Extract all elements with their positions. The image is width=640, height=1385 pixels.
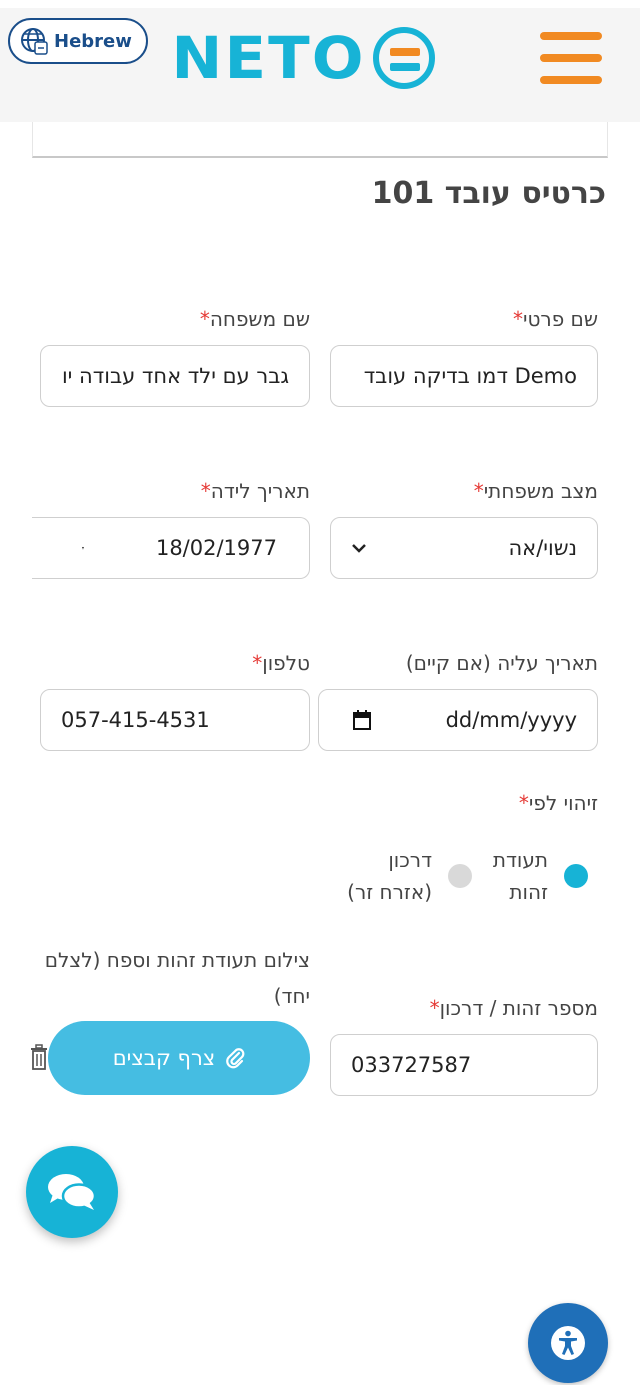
last-name-field[interactable]: גבר עם ילד אחד עבודה יו [40, 345, 310, 407]
neto-logo[interactable]: NETO [171, 18, 436, 98]
first-name-field[interactable]: Demo דמו בדיקה עובד [330, 345, 598, 407]
radio-passport-label: דרכון (אזרח זר) [347, 848, 432, 904]
accessibility-icon [551, 1326, 585, 1360]
id-number-label: מספר זהות / דרכון* [429, 996, 598, 1020]
birth-date-label: תאריך לידה* [200, 479, 310, 503]
id-photo-label: צילום תעודת זהות וספח (לצלם יחד) [44, 948, 310, 1008]
chat-icon [48, 1174, 97, 1210]
trash-icon[interactable] [30, 1044, 48, 1072]
calendar-icon[interactable] [353, 710, 371, 730]
language-button[interactable]: Hebrew [8, 18, 148, 64]
accessibility-button[interactable] [528, 1303, 608, 1383]
phone-field[interactable]: 057-415-4531 [40, 689, 310, 751]
birth-date-field[interactable]: 18/02/1977 [32, 517, 310, 579]
attach-files-label: צרף קבצים [112, 1046, 216, 1070]
last-name-label: שם משפחה* [199, 307, 310, 331]
top-strip [0, 0, 640, 8]
calendar-icon[interactable] [82, 538, 84, 558]
radio-id-card-label: תעודת זהות [492, 848, 548, 904]
content-top-border [32, 122, 608, 158]
chat-button[interactable] [26, 1146, 118, 1238]
paperclip-icon [226, 1048, 245, 1069]
attach-files-button[interactable]: צרף קבצים [48, 1021, 310, 1095]
aliyah-date-label: תאריך עליה (אם קיים) [405, 651, 598, 675]
aliyah-date-field[interactable]: dd/mm/yyyy [318, 689, 598, 751]
language-label: Hebrew [54, 30, 132, 52]
hamburger-icon[interactable] [540, 32, 602, 88]
chevron-down-icon [352, 544, 366, 553]
phone-label: טלפון* [252, 651, 310, 675]
site-header: Hebrew NETO [0, 8, 640, 122]
marital-status-select[interactable]: נשוי/אה [330, 517, 598, 579]
first-name-label: שם פרטי* [512, 307, 598, 331]
aliyah-date-placeholder: dd/mm/yyyy [445, 708, 577, 732]
globe-icon [21, 28, 48, 55]
marital-status-label: מצב משפחתי* [473, 479, 598, 503]
logo-mark-icon [373, 27, 436, 89]
page-title: כרטיס עובד 101 [371, 176, 606, 211]
radio-passport[interactable] [448, 864, 472, 888]
id-number-field[interactable]: 033727587 [330, 1034, 598, 1096]
radio-id-card[interactable] [564, 864, 588, 888]
id-by-label: זיהוי לפי* [518, 791, 598, 815]
logo-text: NETO [171, 24, 366, 92]
